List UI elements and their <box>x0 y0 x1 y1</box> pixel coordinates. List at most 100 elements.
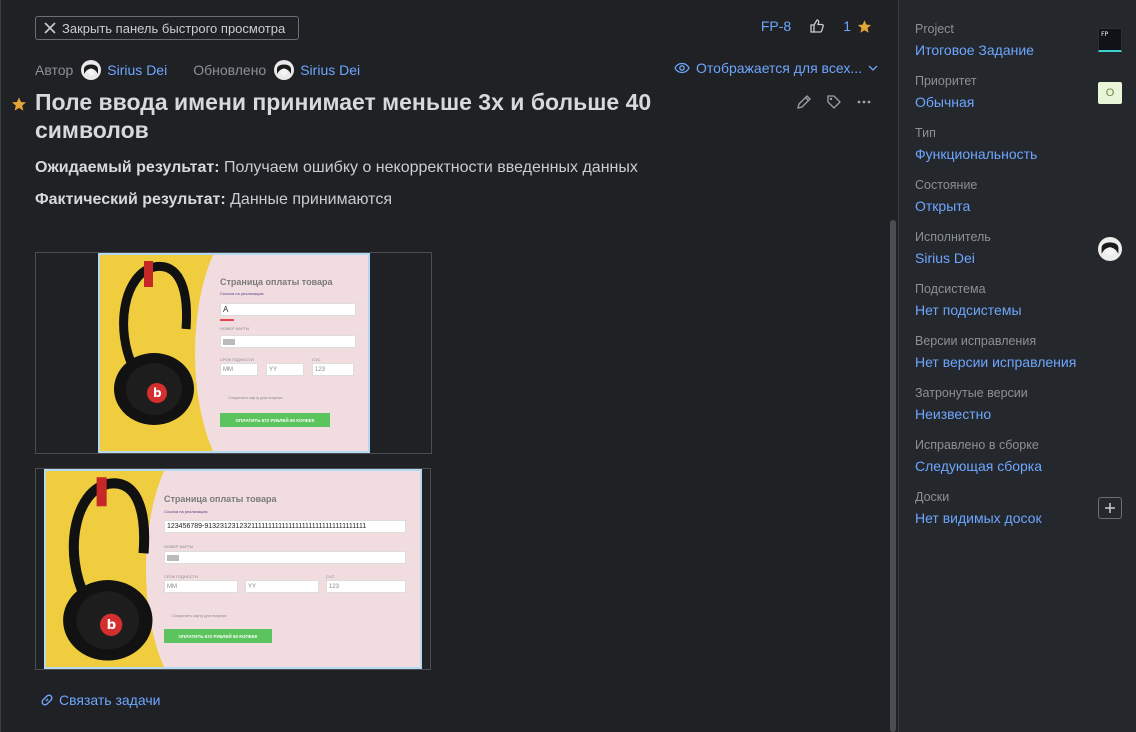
link-icon <box>41 694 53 706</box>
fixed-in-build-label: Исправлено в сборке <box>915 438 1039 452</box>
cvc-label: CVC <box>326 574 335 579</box>
card-number-field <box>164 551 406 564</box>
main-scrollbar[interactable] <box>890 220 896 732</box>
subsystem-value[interactable]: Нет подсистемы <box>915 302 1125 318</box>
pay-button: ОПЛАТИТЬ 572 РУБЛЕЙ 60 КОПЕЕК <box>164 629 272 643</box>
fixed-in-build-value[interactable]: Следующая сборка <box>915 458 1125 474</box>
plus-icon <box>1105 503 1115 513</box>
expiry-label: СРОК ГОДНОСТИ <box>220 357 254 362</box>
pay-button: ОПЛАТИТЬ 572 РУБЛЕЙ 60 КОПЕЕК <box>220 413 330 427</box>
name-field: А <box>220 303 356 316</box>
subsystem-label: Подсистема <box>915 282 986 296</box>
updater-link[interactable]: Sirius Dei <box>300 62 360 78</box>
save-card-label: Сохранить карту для покупки <box>228 395 283 400</box>
assignee-label: Исполнитель <box>915 230 991 244</box>
svg-text:b: b <box>153 386 162 400</box>
favorite-star-icon[interactable] <box>11 96 27 112</box>
field-fix-versions: Версии исправления Нет версии исправлени… <box>915 334 1125 370</box>
save-card-label: Сохранить карту для покупки <box>172 613 227 618</box>
field-affected-versions: Затронутые версии Неизвестно <box>915 386 1125 422</box>
priority-badge: O <box>1098 82 1122 104</box>
issue-meta-row: Автор Sirius Dei Обновлено Sirius Dei От… <box>35 60 878 80</box>
issue-header-actions: FP-8 1 <box>761 18 872 34</box>
priority-value[interactable]: Обычная <box>915 94 1125 110</box>
payment-page-title: Страница оплаты товара <box>164 494 277 504</box>
star-counter[interactable]: 1 <box>843 18 872 34</box>
updated-label: Обновлено <box>193 62 267 78</box>
more-options-icon[interactable] <box>856 94 872 110</box>
link-tasks-label: Связать задачи <box>59 692 161 708</box>
name-field: 123456789-913231231232111111111111111111… <box>164 520 406 533</box>
thumbs-up-icon[interactable] <box>809 18 825 34</box>
affected-versions-label: Затронутые версии <box>915 386 1028 400</box>
issue-fields-sidebar: Project Итоговое Задание FP Приоритет Об… <box>898 0 1136 732</box>
boards-label: Доски <box>915 490 950 504</box>
eye-icon <box>674 62 690 74</box>
state-value[interactable]: Открыта <box>915 198 1125 214</box>
assignee-value[interactable]: Sirius Dei <box>915 250 1125 266</box>
close-icon <box>44 22 56 34</box>
field-subsystem: Подсистема Нет подсистемы <box>915 282 1125 318</box>
tag-icon[interactable] <box>826 94 842 110</box>
year-field: YY <box>266 363 304 376</box>
issue-title[interactable]: Поле ввода имени принимает меньше 3х и б… <box>35 88 735 144</box>
card-number-label: НОМЕР КАРТЫ <box>164 544 194 549</box>
project-value[interactable]: Итоговое Задание <box>915 42 1125 58</box>
expected-result: Ожидаемый результат: Получаем ошибку о н… <box>35 159 638 177</box>
cvc-label: CVC <box>312 357 321 362</box>
cvc-field: 123 <box>326 580 406 593</box>
type-value[interactable]: Функциональность <box>915 146 1125 162</box>
state-label: Состояние <box>915 178 978 192</box>
payment-page-screenshot: b Страница оплаты товара Ссылка на реали… <box>98 253 370 453</box>
priority-label: Приоритет <box>915 74 977 88</box>
expiry-label: СРОК ГОДНОСТИ <box>164 574 198 579</box>
field-boards: Доски Нет видимых досок <box>915 490 1125 526</box>
attachment-image[interactable]: b Страница оплаты товара Ссылка на реали… <box>35 468 431 670</box>
payment-page-title: Страница оплаты товара <box>220 277 333 287</box>
fix-versions-value[interactable]: Нет версии исправления <box>915 354 1125 370</box>
expected-result-label: Ожидаемый результат: <box>35 159 220 176</box>
visibility-label: Отображается для всех... <box>696 60 862 76</box>
month-field: ММ <box>220 363 258 376</box>
edit-pencil-icon[interactable] <box>796 94 812 110</box>
year-field: YY <box>245 580 319 593</box>
implementation-link: Ссылка на реализацию <box>164 509 208 514</box>
issue-id-link[interactable]: FP-8 <box>761 18 791 34</box>
issue-main-panel: Закрыть панель быстрого просмотра FP-8 1… <box>0 0 898 732</box>
field-state: Состояние Открыта <box>915 178 1125 214</box>
title-actions <box>796 94 872 110</box>
star-count: 1 <box>843 18 851 34</box>
boards-value[interactable]: Нет видимых досок <box>915 510 1125 526</box>
chevron-down-icon <box>868 65 878 71</box>
author-avatar <box>81 60 102 80</box>
month-field: ММ <box>164 580 238 593</box>
link-tasks-button[interactable]: Связать задачи <box>39 692 160 708</box>
field-priority: Приоритет Обычная <box>915 74 1125 110</box>
payment-page-screenshot: b Страница оплаты товара Ссылка на реали… <box>44 469 422 669</box>
author-link[interactable]: Sirius Dei <box>107 62 167 78</box>
cvc-field: 123 <box>312 363 354 376</box>
card-number-label: НОМЕР КАРТЫ <box>220 326 250 331</box>
star-icon <box>857 19 872 33</box>
attachment-image[interactable]: b Страница оплаты товара Ссылка на реали… <box>35 252 432 454</box>
affected-versions-value[interactable]: Неизвестно <box>915 406 1125 422</box>
svg-text:b: b <box>107 618 117 633</box>
actual-result: Фактический результат: Данные принимаютс… <box>35 191 392 209</box>
field-assignee: Исполнитель Sirius Dei <box>915 230 1125 266</box>
visibility-dropdown[interactable]: Отображается для всех... <box>674 60 878 76</box>
implementation-link: Ссылка на реализацию <box>220 291 264 296</box>
card-number-field <box>220 335 356 348</box>
field-fixed-in-build: Исправлено в сборке Следующая сборка <box>915 438 1125 474</box>
close-quick-view-label: Закрыть панель быстрого просмотра <box>62 20 286 36</box>
project-label: Project <box>915 22 954 36</box>
updater-avatar <box>274 60 295 80</box>
actual-result-label: Фактический результат: <box>35 191 226 208</box>
author-label: Автор <box>35 62 74 78</box>
project-badge: FP <box>1098 28 1122 52</box>
headphones-image: b <box>63 477 153 661</box>
type-label: Тип <box>915 126 936 140</box>
add-board-button[interactable] <box>1098 497 1122 519</box>
close-quick-view-button[interactable]: Закрыть панель быстрого просмотра <box>35 16 299 40</box>
field-type: Тип Функциональность <box>915 126 1125 162</box>
expected-result-text: Получаем ошибку о некорректности введенн… <box>224 159 638 176</box>
